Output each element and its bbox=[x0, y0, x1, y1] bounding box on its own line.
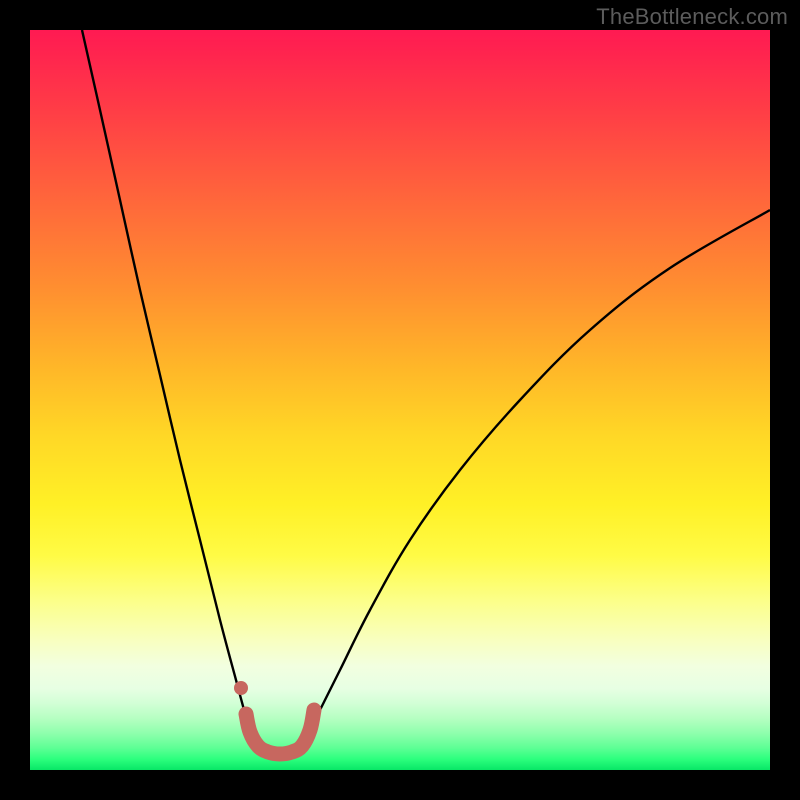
series-right-branch bbox=[306, 210, 770, 738]
chart-frame: TheBottleneck.com bbox=[0, 0, 800, 800]
point-left-dot bbox=[234, 681, 248, 695]
plot-area bbox=[30, 30, 770, 770]
chart-svg bbox=[30, 30, 770, 770]
series-left-branch bbox=[82, 30, 254, 738]
series-trough-marker bbox=[246, 710, 314, 754]
watermark-text: TheBottleneck.com bbox=[596, 4, 788, 30]
